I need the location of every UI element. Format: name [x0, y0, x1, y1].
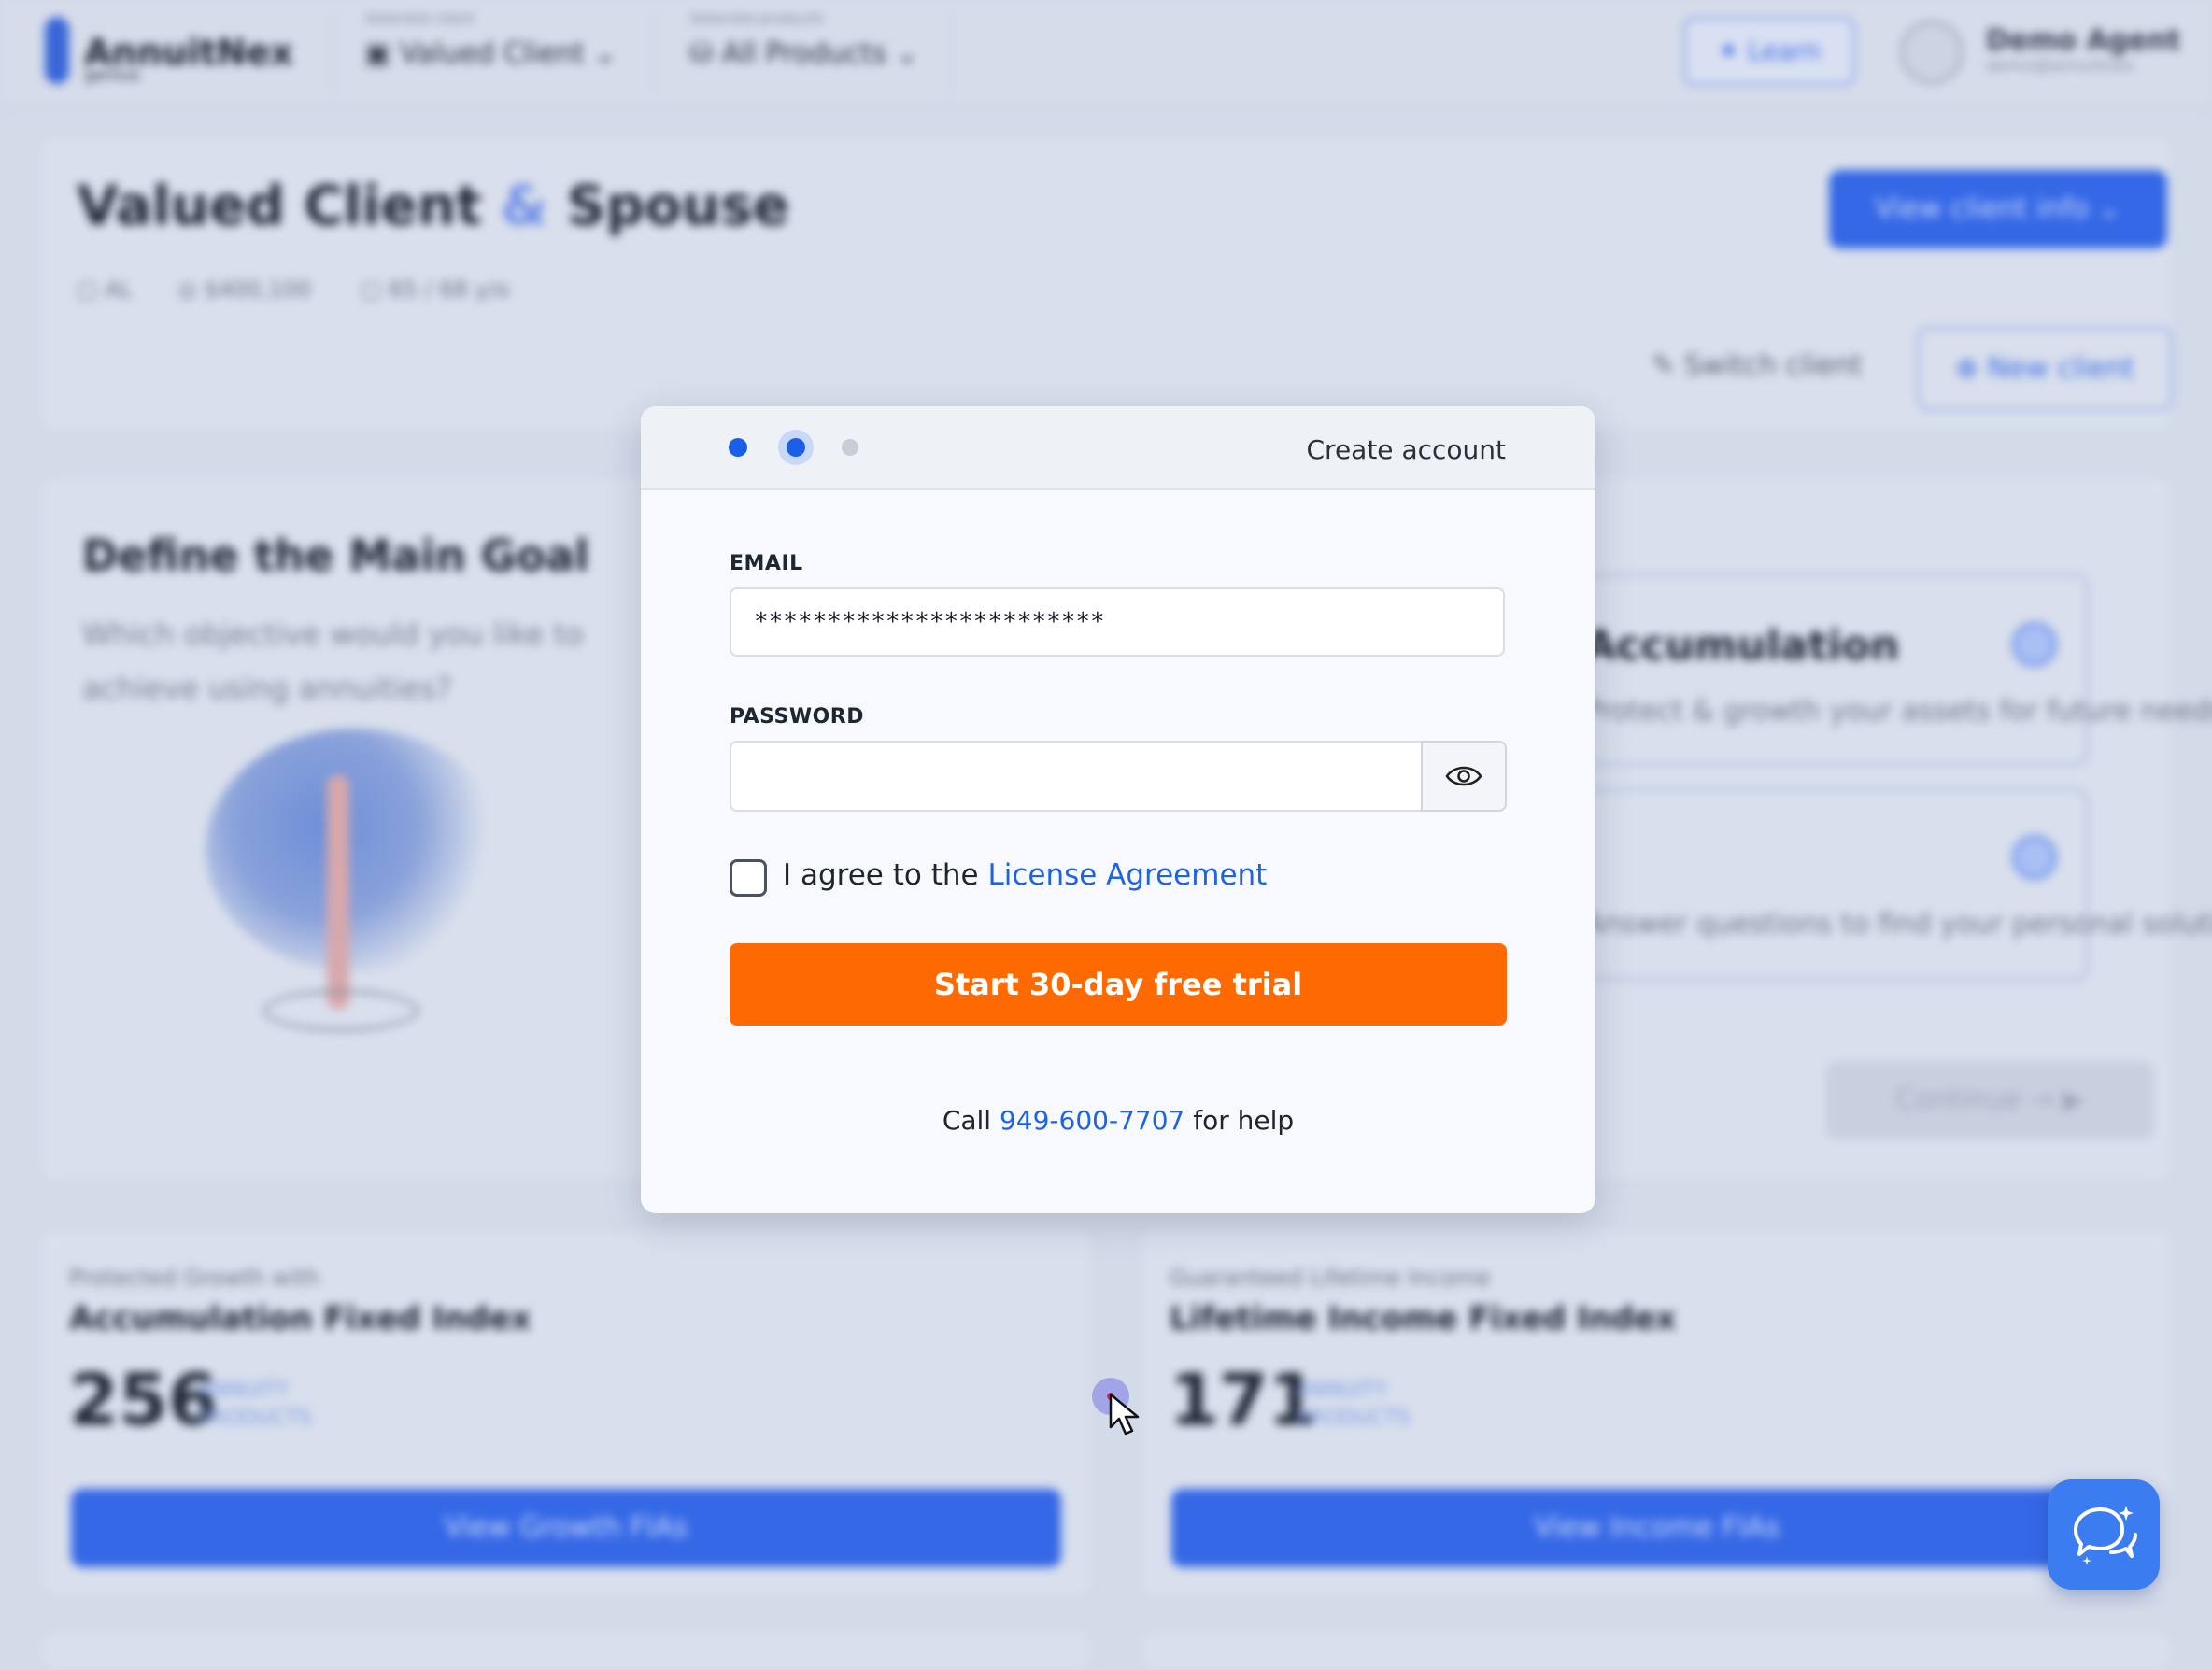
stat-count: 256 [69, 1358, 218, 1441]
license-agreement-text: I agree to the License Agreement [783, 858, 1267, 892]
help-suffix: for help [1184, 1105, 1295, 1136]
client-select-value: Valued Client [399, 37, 585, 70]
modal-header: Create account [641, 406, 1595, 490]
money-icon: ◎ [177, 276, 205, 303]
eye-icon [1445, 766, 1482, 786]
product-select[interactable]: ⛁ All Products ⌄ [689, 37, 919, 70]
stat-unit: ANNUITY PRODUCTS [1297, 1377, 1411, 1433]
goal-option-text: Protect & growth your assets for future … [1584, 695, 2212, 728]
agree-prefix: I agree to the [783, 858, 988, 892]
client-age-value: 65 / 68 y/o [389, 276, 510, 303]
stat-eyebrow: Guaranteed Lifetime Income [1170, 1265, 1491, 1291]
agent-email: demo@annuitnex [1986, 56, 2135, 76]
view-income-button[interactable]: View Income FIAs [1171, 1489, 2143, 1567]
switch-client-label: Switch client [1683, 349, 1863, 382]
add-user-icon: ⊕ [1954, 352, 1988, 385]
learn-icon: ✦ [1717, 35, 1749, 66]
goal-title: Define the Main Goal [82, 531, 589, 581]
client-age: ▢ 65 / 68 y/o [361, 276, 509, 303]
stat-unit: ANNUITY PRODUCTS [198, 1377, 312, 1433]
help-phone-link[interactable]: 949-600-7707 [1000, 1105, 1184, 1136]
goal-subtitle: Which objective would you like to achiev… [82, 616, 584, 706]
chat-icon [2074, 1506, 2137, 1565]
avatar[interactable] [1900, 21, 1964, 84]
top-bar: AnnuitNex genius Selected client ▣ Value… [0, 0, 2212, 106]
pencil-icon: ✎ [1652, 349, 1684, 382]
license-agreement-checkbox[interactable] [730, 859, 767, 897]
client-state-value: AL [105, 276, 134, 303]
client-name: Valued Client [77, 174, 482, 237]
chevron-down-icon: ⌄ [886, 37, 919, 70]
new-client-label: New client [1987, 352, 2135, 385]
agent-name: Demo Agent [1986, 24, 2181, 57]
step-indicator-2 [787, 438, 805, 457]
chat-button[interactable] [2048, 1479, 2160, 1590]
tree-trunk [327, 775, 349, 1009]
product-icon: ⛁ [689, 37, 722, 70]
radio-button[interactable] [2012, 835, 2057, 880]
location-icon: ▢ [77, 276, 106, 303]
step-indicator-1 [729, 438, 747, 457]
tree-illustration [206, 729, 504, 971]
license-agreement-link[interactable]: License Agreement [987, 858, 1267, 892]
stat-title: Lifetime Income Fixed Index [1170, 1300, 1677, 1337]
client-select[interactable]: ▣ Valued Client ⌄ [364, 37, 617, 70]
divider [654, 11, 656, 95]
client-assets-value: $400,100 [204, 276, 312, 303]
calendar-icon: ▢ [361, 276, 390, 303]
email-label: EMAIL [730, 552, 803, 575]
bottom-card [41, 1633, 1091, 1670]
step-indicator-3 [842, 439, 858, 456]
tree-base [263, 990, 418, 1031]
radio-button[interactable] [2012, 622, 2057, 667]
view-growth-button[interactable]: View Growth FIAs [71, 1489, 1061, 1567]
view-client-info-button[interactable]: View client info ⌄ [1829, 170, 2167, 248]
logo-subtext: genius [84, 65, 140, 85]
divider [949, 11, 951, 95]
product-select-value: All Products [721, 37, 886, 70]
mouse-cursor-icon [1109, 1393, 1140, 1436]
chevron-down-icon: ⌄ [584, 37, 617, 70]
continue-button[interactable]: Continue → ▶ [1825, 1061, 2154, 1139]
view-client-info-label: View client info [1875, 192, 2090, 225]
divider [333, 11, 334, 95]
continue-label: Continue [1894, 1083, 2021, 1116]
logo-icon [45, 17, 69, 84]
learn-button-label: Learn [1748, 35, 1822, 66]
goal-option-text: Answer questions to find your personal s… [1584, 908, 2212, 941]
client-ampersand: & [500, 174, 548, 237]
start-trial-button[interactable]: Start 30-day free trial [730, 943, 1507, 1026]
switch-client-button[interactable]: ✎ Switch client [1652, 349, 1863, 382]
password-label: PASSWORD [730, 705, 865, 729]
client-assets: ◎ $400,100 [177, 276, 311, 303]
stat-unit-line: PRODUCTS [198, 1407, 312, 1430]
spouse-name: Spouse [566, 174, 790, 237]
client-select-label: Selected client [364, 9, 475, 27]
email-field[interactable]: ************************ [730, 587, 1505, 657]
arrow-right-icon: → ▶ [2021, 1083, 2085, 1116]
briefcase-icon: ▣ [364, 37, 400, 70]
learn-button[interactable]: ✦ Learn [1683, 17, 1855, 86]
product-select-label: Selected products [689, 9, 825, 27]
stat-unit-line: PRODUCTS [1297, 1407, 1411, 1430]
stat-eyebrow: Protected Growth with [69, 1265, 319, 1291]
goal-option-title: Accumulation [1584, 622, 1900, 670]
toggle-password-visibility-button[interactable] [1421, 741, 1507, 812]
stat-count: 171 [1170, 1358, 1318, 1441]
help-text: Call 949-600-7707 for help [641, 1105, 1595, 1136]
client-state: ▢ AL [77, 276, 133, 303]
modal-title: Create account [1306, 434, 1507, 465]
chevron-down-icon: ⌄ [2089, 192, 2121, 225]
create-account-modal: Create account EMAIL *******************… [641, 406, 1595, 1213]
stat-title: Accumulation Fixed Index [69, 1300, 532, 1337]
client-title: Valued Client & Spouse [77, 174, 789, 237]
stat-unit-line: ANNUITY [1297, 1379, 1388, 1402]
password-field[interactable] [730, 741, 1423, 812]
help-prefix: Call [942, 1105, 1000, 1136]
bottom-card [1141, 1633, 2171, 1670]
stat-unit-line: ANNUITY [198, 1379, 290, 1402]
new-client-button[interactable]: ⊕ New client [1917, 327, 2173, 411]
